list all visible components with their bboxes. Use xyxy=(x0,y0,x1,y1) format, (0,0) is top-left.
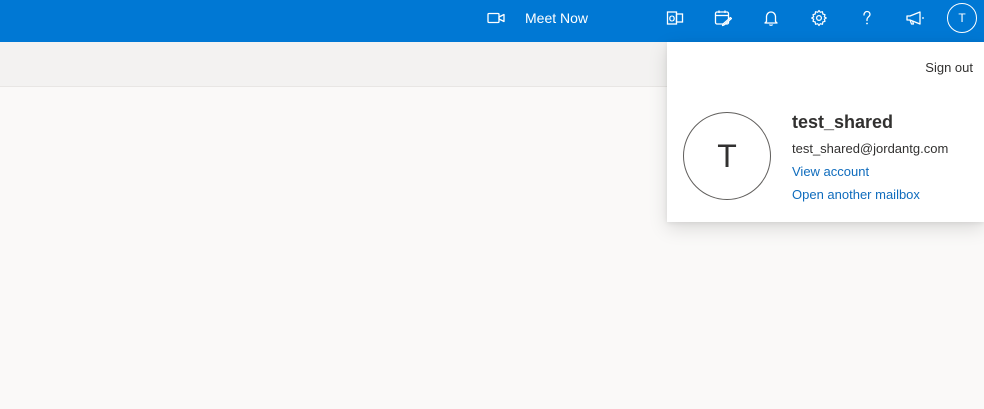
sign-out-link[interactable]: Sign out xyxy=(925,60,973,75)
megaphone-icon[interactable] xyxy=(899,3,931,33)
account-avatar: T xyxy=(683,112,771,200)
top-bar: Meet Now O T xyxy=(0,0,984,42)
video-camera-icon xyxy=(484,8,508,28)
account-display-name: test_shared xyxy=(792,112,894,132)
office-apps-icon[interactable]: O xyxy=(659,3,691,33)
account-avatar-initial: T xyxy=(717,137,737,174)
account-email: test_shared@jordantg.com xyxy=(792,141,949,156)
open-another-mailbox-link[interactable]: Open another mailbox xyxy=(792,187,920,202)
account-avatar-button[interactable]: T xyxy=(947,3,977,33)
my-day-icon[interactable] xyxy=(707,3,739,33)
avatar-initial: T xyxy=(958,11,966,25)
account-manager-panel: Sign out T test_shared test_shared@jorda… xyxy=(667,42,984,222)
svg-text:O: O xyxy=(669,15,675,24)
gear-icon[interactable] xyxy=(803,3,835,33)
help-icon[interactable] xyxy=(851,3,883,33)
meet-now-label: Meet Now xyxy=(525,10,589,26)
bell-icon[interactable] xyxy=(755,3,787,33)
view-account-link[interactable]: View account xyxy=(792,164,869,179)
meet-now-button[interactable]: Meet Now xyxy=(480,0,588,36)
